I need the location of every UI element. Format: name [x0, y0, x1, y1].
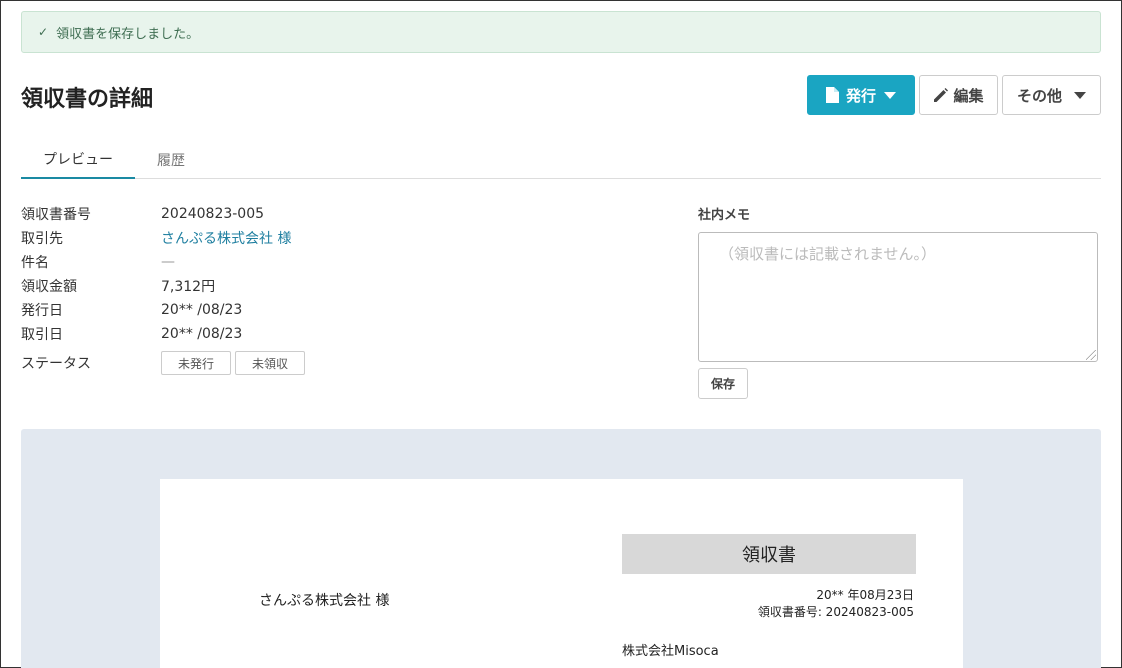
document-date: 20** 年08月23日	[816, 588, 914, 602]
resize-handle-icon[interactable]	[1086, 350, 1096, 360]
alert-message: 領収書を保存しました。	[56, 26, 200, 42]
document-title: 領収書	[622, 534, 916, 574]
other-button-label: その他	[1016, 86, 1062, 105]
detail-row-subject: 件名 —	[21, 251, 175, 273]
detail-value: 20** /08/23	[161, 326, 243, 342]
document-recipient: さんぷる株式会社 様	[259, 593, 390, 609]
success-alert: ✓ 領収書を保存しました。	[21, 11, 1101, 53]
edit-button-label: 編集	[953, 86, 984, 105]
issue-button-label: 発行	[845, 86, 876, 105]
tab-preview[interactable]: プレビュー	[21, 141, 135, 179]
detail-value: —	[161, 254, 175, 270]
document-issuer: 株式会社Misoca	[622, 644, 719, 659]
detail-label: 領収金額	[21, 279, 77, 295]
issue-button[interactable]: 発行	[807, 75, 915, 115]
chevron-down-icon	[1074, 91, 1086, 99]
check-icon: ✓	[38, 25, 49, 39]
status-badge: 未領収	[235, 351, 306, 375]
client-link[interactable]: さんぷる株式会社 様	[161, 228, 291, 248]
detail-row-amount: 領収金額 7,312円	[21, 275, 215, 297]
tab-history[interactable]: 履歴	[135, 141, 207, 179]
detail-row-client: 取引先 さんぷる株式会社 様	[21, 227, 291, 249]
detail-value: 20240823-005	[161, 206, 265, 222]
detail-row-issue-date: 発行日 20** /08/23	[21, 299, 242, 321]
chevron-down-icon	[884, 91, 896, 99]
detail-row-transaction-date: 取引日 20** /08/23	[21, 323, 242, 345]
detail-value: 20** /08/23	[161, 302, 243, 318]
detail-label: 件名	[21, 255, 49, 271]
pencil-icon	[933, 87, 949, 103]
detail-row-receipt-number: 領収書番号 20240823-005	[21, 203, 264, 225]
page-title: 領収書の詳細	[21, 87, 154, 112]
save-memo-button[interactable]: 保存	[698, 368, 748, 399]
document-number: 領収書番号: 20240823-005	[757, 605, 914, 619]
detail-label: 取引先	[21, 231, 63, 247]
detail-label: ステータス	[21, 356, 91, 372]
detail-value: 7,312円	[161, 279, 216, 295]
other-menu-button[interactable]: その他	[1002, 75, 1101, 115]
detail-row-status: ステータス 未発行 未領収	[21, 351, 309, 375]
document-icon	[825, 87, 839, 103]
status-badge: 未発行	[161, 351, 232, 375]
detail-label: 発行日	[21, 303, 63, 319]
detail-label: 領収書番号	[21, 207, 91, 223]
edit-button[interactable]: 編集	[919, 75, 998, 115]
memo-label: 社内メモ	[698, 208, 751, 223]
detail-label: 取引日	[21, 327, 63, 343]
memo-textarea[interactable]	[698, 232, 1098, 362]
tab-bar: プレビュー 履歴	[21, 141, 1101, 179]
